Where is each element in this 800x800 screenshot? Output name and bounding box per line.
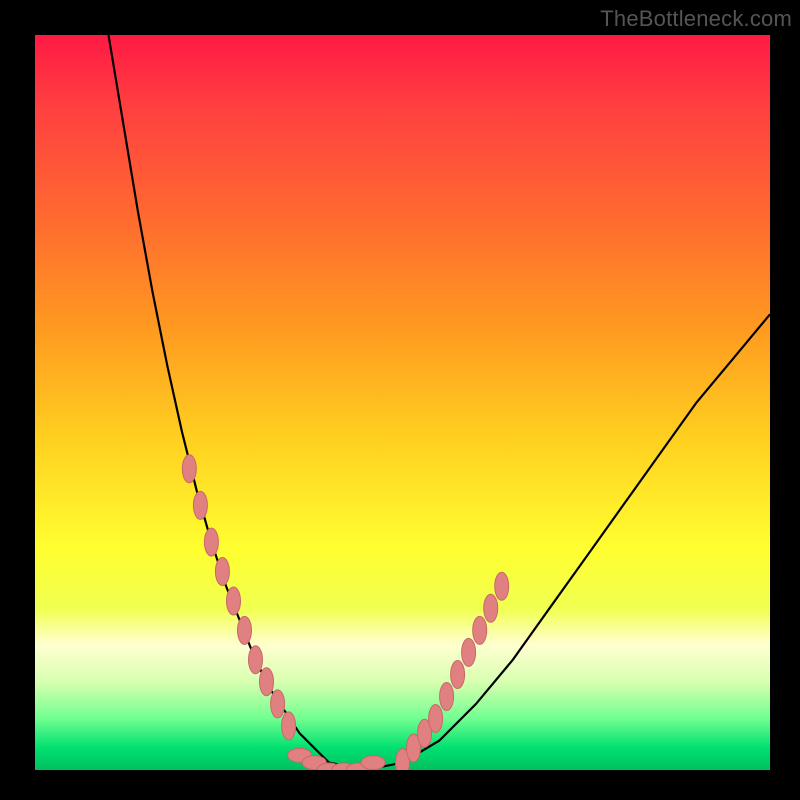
curve-marker xyxy=(182,455,196,483)
curve-marker xyxy=(204,528,218,556)
curve-markers-bottom xyxy=(288,748,386,770)
curve-marker xyxy=(249,646,263,674)
curve-marker xyxy=(227,587,241,615)
curve-marker xyxy=(260,668,274,696)
curve-marker xyxy=(193,491,207,519)
curve-marker xyxy=(473,616,487,644)
curve-markers-right xyxy=(396,572,509,770)
curve-marker xyxy=(429,705,443,733)
curve-marker xyxy=(271,690,285,718)
chart-area xyxy=(35,35,770,770)
bottleneck-curve xyxy=(35,35,770,770)
curve-marker xyxy=(215,558,229,586)
curve-marker xyxy=(495,572,509,600)
curve-marker xyxy=(361,756,385,770)
watermark-text: TheBottleneck.com xyxy=(600,6,792,32)
curve-markers-left xyxy=(182,455,295,740)
curve-marker xyxy=(462,638,476,666)
curve-marker xyxy=(451,661,465,689)
curve-marker xyxy=(238,616,252,644)
curve-marker xyxy=(484,594,498,622)
curve-marker xyxy=(282,712,296,740)
curve-path xyxy=(109,35,771,770)
curve-marker xyxy=(440,683,454,711)
